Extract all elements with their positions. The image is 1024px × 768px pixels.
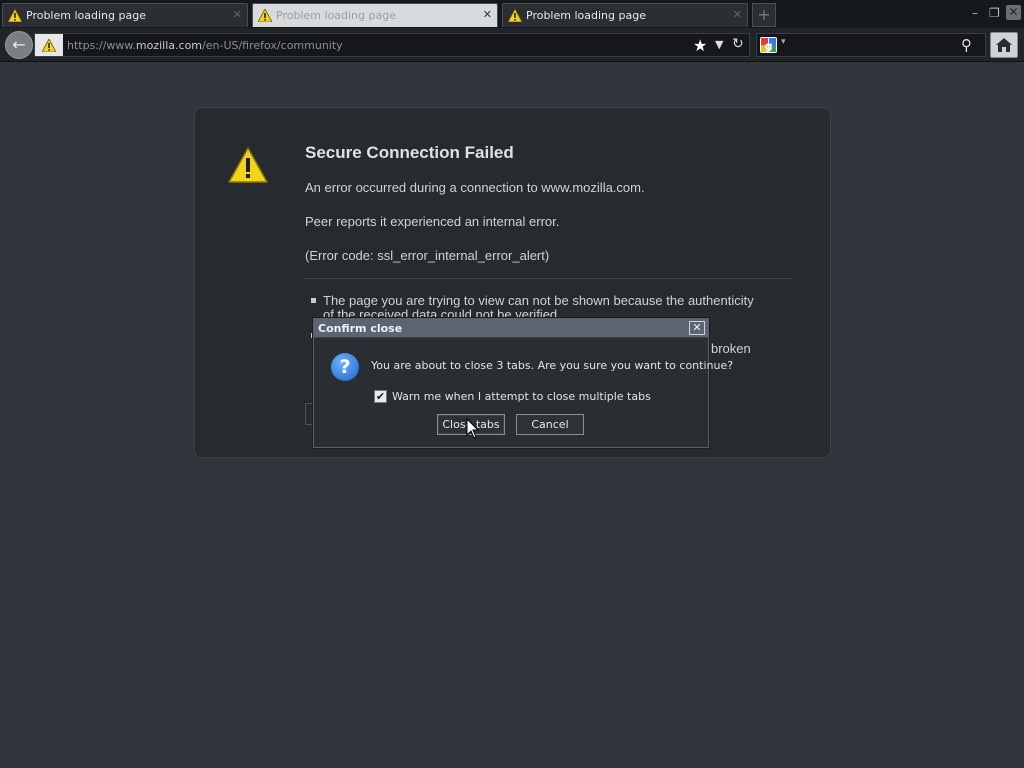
- svg-text:g: g: [765, 40, 773, 53]
- url-host: mozilla.com: [135, 39, 203, 52]
- error-code: (Error code: ssl_error_internal_error_al…: [305, 248, 550, 263]
- search-bar[interactable]: g ▾ ⚲: [756, 33, 986, 57]
- divider: [305, 278, 793, 279]
- page-title: Secure Connection Failed: [305, 143, 514, 162]
- url-bar[interactable]: https://www.mozilla.com/en-US/firefox/co…: [34, 33, 750, 57]
- bullet-text: The page you are trying to view can not …: [323, 293, 754, 308]
- url-text[interactable]: https://www.mozilla.com/en-US/firefox/co…: [67, 39, 343, 52]
- url-prefix: https://www.: [67, 39, 136, 52]
- restore-icon[interactable]: ❐: [989, 6, 1000, 20]
- dialog-close-icon[interactable]: ✕: [689, 321, 705, 335]
- bullet-text: broken: [711, 341, 751, 356]
- new-tab-button[interactable]: +: [752, 3, 776, 27]
- warn-checkbox-label[interactable]: Warn me when I attempt to close multiple…: [392, 390, 651, 403]
- error-detail: Peer reports it experienced an internal …: [305, 214, 560, 229]
- back-button[interactable]: ←: [5, 31, 33, 59]
- tab-label: Problem loading page: [526, 9, 646, 22]
- warning-icon: [508, 9, 522, 22]
- google-icon: g: [761, 38, 776, 53]
- home-icon: [996, 38, 1012, 52]
- tab-label: Problem loading page: [276, 9, 396, 22]
- minimize-icon[interactable]: –: [972, 6, 978, 20]
- mouse-cursor-icon: [466, 418, 480, 439]
- site-identity-button[interactable]: [35, 34, 63, 56]
- tab-close-icon[interactable]: ✕: [233, 8, 242, 21]
- tab-close-icon[interactable]: ✕: [483, 8, 492, 21]
- warning-icon: [228, 147, 268, 183]
- question-icon: ?: [331, 353, 359, 381]
- engine-dropdown-icon[interactable]: ▾: [781, 37, 786, 47]
- arrow-left-icon: ←: [12, 35, 26, 54]
- bookmark-star-icon[interactable]: ★: [693, 36, 707, 55]
- confirm-close-dialog: Confirm close ✕ ? You are about to close…: [313, 318, 733, 448]
- warning-icon: [8, 9, 22, 22]
- tab-1[interactable]: Problem loading page ✕: [2, 3, 248, 27]
- tab-strip: Problem loading page ✕ Problem loading p…: [0, 0, 1024, 28]
- cancel-button[interactable]: Cancel: [516, 414, 584, 435]
- dialog-titlebar[interactable]: Confirm close ✕: [314, 319, 708, 338]
- warn-checkbox[interactable]: ✔: [374, 390, 387, 403]
- nav-bar: ← https://www.mozilla.com/en-US/firefox/…: [0, 28, 1024, 62]
- bullet-icon: [311, 298, 316, 303]
- url-path: /en-US/firefox/community: [202, 39, 343, 52]
- dialog-title: Confirm close: [318, 322, 403, 335]
- search-icon[interactable]: ⚲: [961, 36, 972, 54]
- warning-icon: [258, 9, 272, 22]
- tab-close-icon[interactable]: ✕: [733, 8, 742, 21]
- tab-3[interactable]: Problem loading page ✕: [502, 3, 748, 27]
- dialog-message: You are about to close 3 tabs. Are you s…: [371, 359, 734, 372]
- tab-2[interactable]: Problem loading page ✕: [252, 3, 498, 27]
- home-button[interactable]: [990, 32, 1018, 58]
- search-engine-icon[interactable]: g: [760, 37, 777, 53]
- warning-icon: [42, 38, 56, 52]
- error-description: An error occurred during a connection to…: [305, 180, 645, 195]
- tab-label: Problem loading page: [26, 9, 146, 22]
- history-dropdown-icon[interactable]: ▼: [715, 38, 723, 51]
- reload-icon[interactable]: ↻: [732, 36, 744, 52]
- window-close-icon[interactable]: ✕: [1006, 5, 1021, 20]
